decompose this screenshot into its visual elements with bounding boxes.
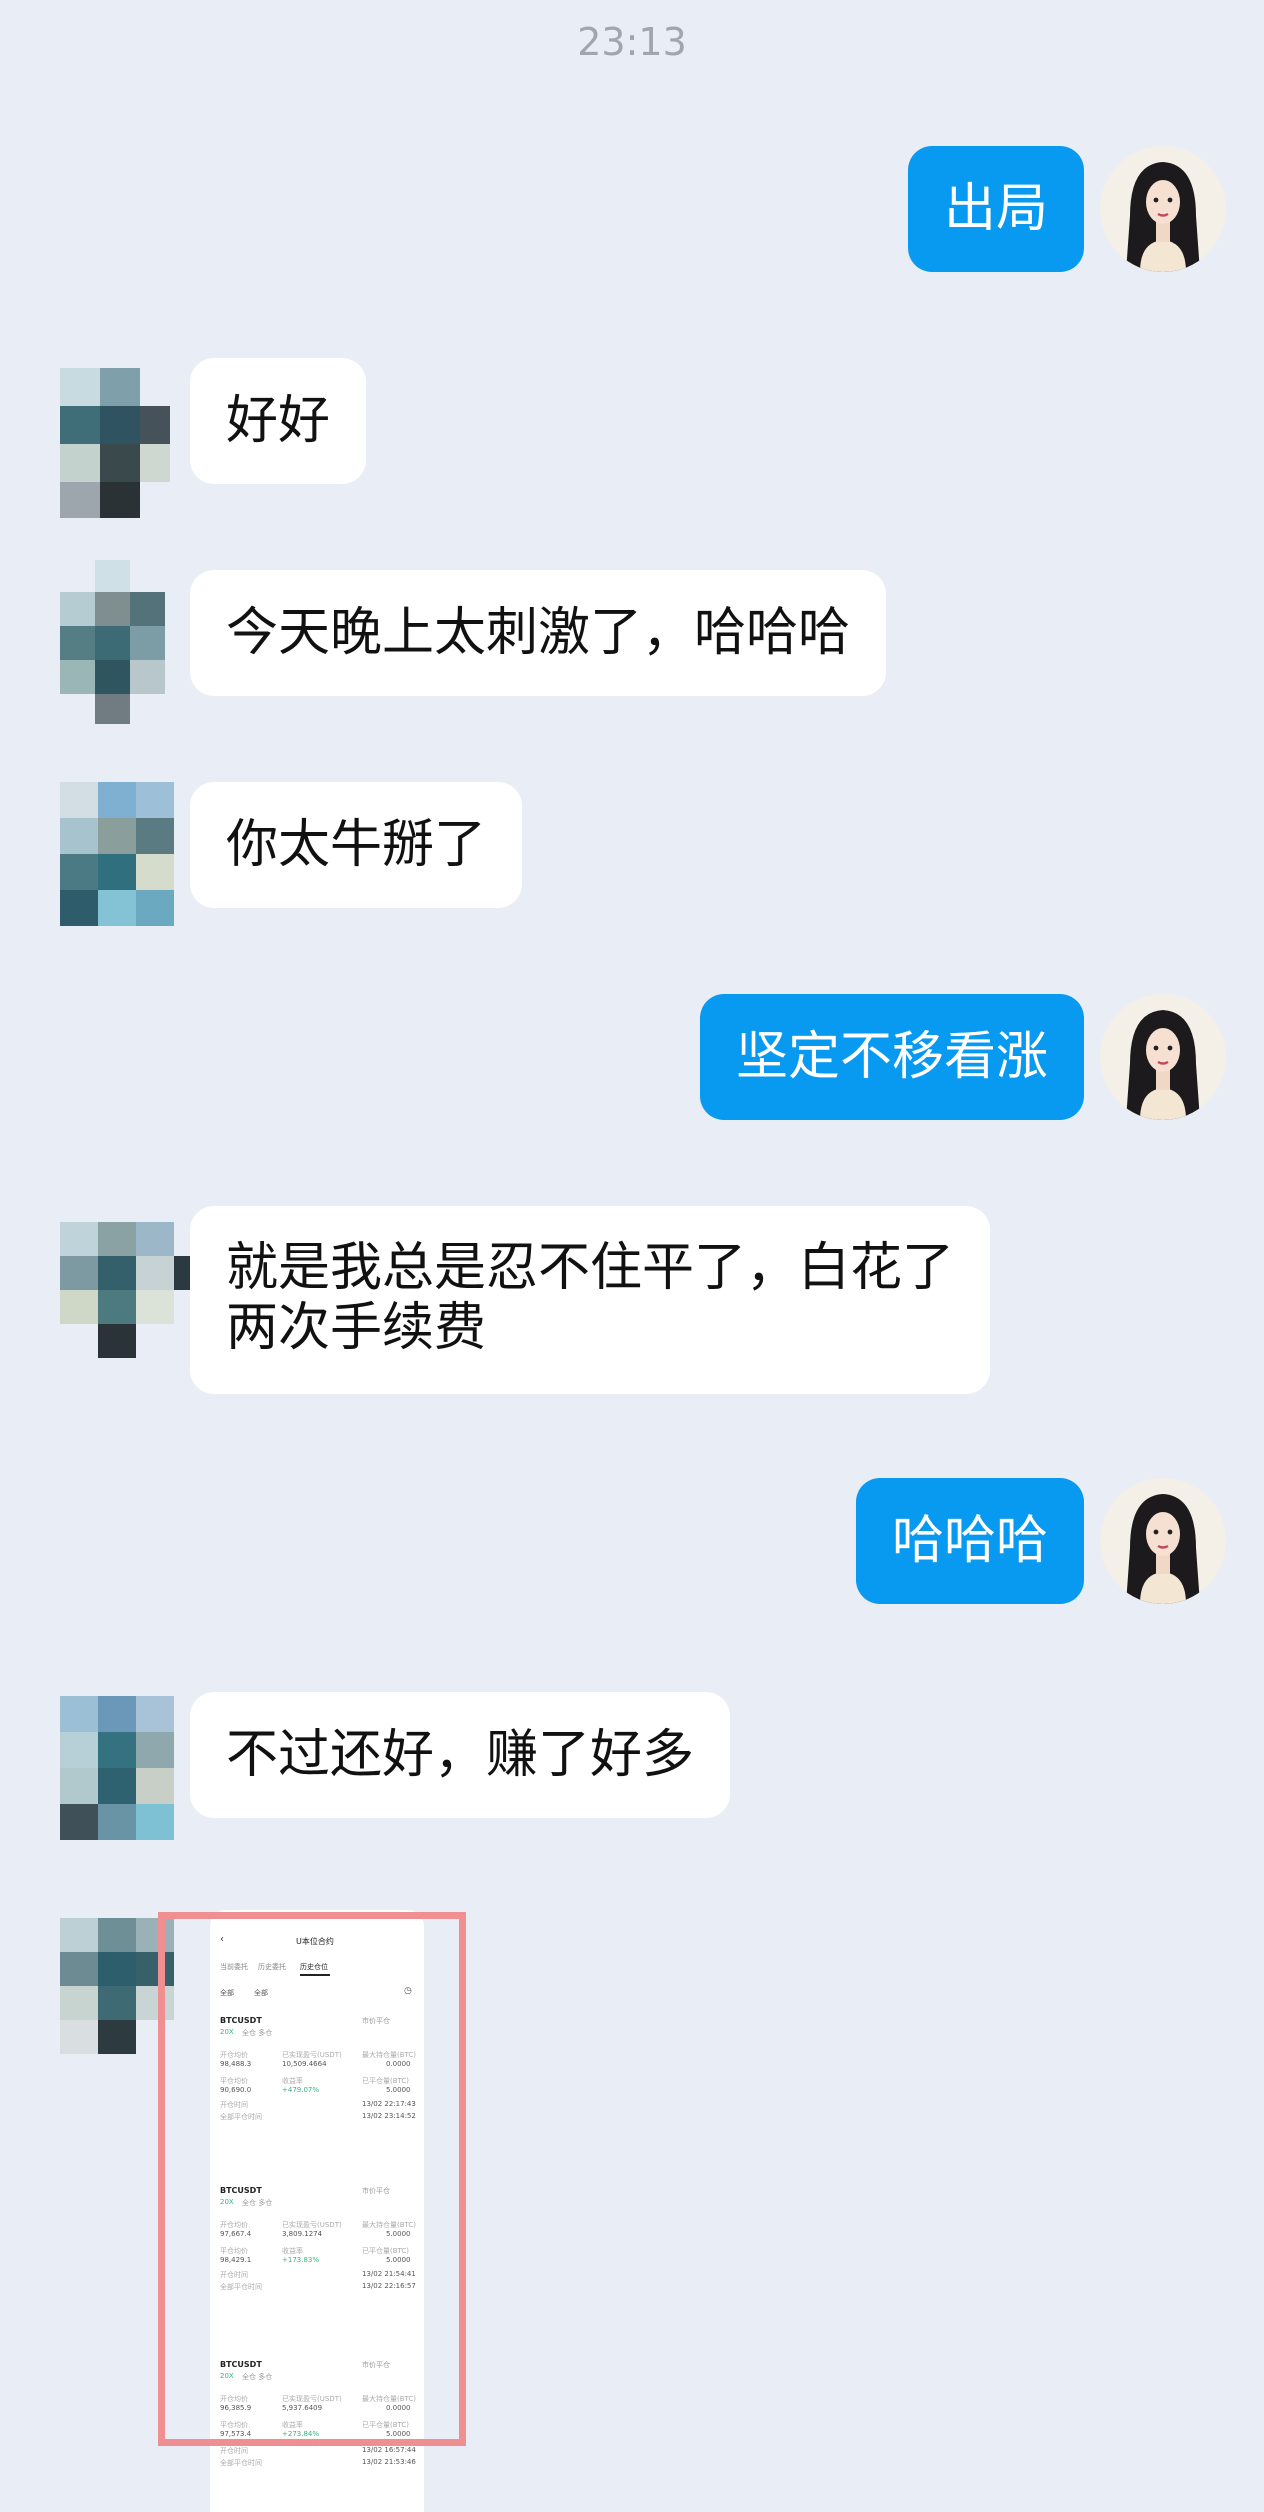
- woman-avatar-icon: [1100, 146, 1226, 272]
- message-bubble-sent[interactable]: 坚定不移看涨: [699, 994, 1084, 1120]
- label: 全部平仓时间: [220, 2459, 262, 2467]
- woman-avatar-icon: [1100, 994, 1226, 1120]
- value: 13/02 21:53:46: [362, 2458, 416, 2466]
- my-avatar[interactable]: [1100, 994, 1226, 1120]
- my-avatar[interactable]: [1100, 146, 1226, 272]
- message-bubble-received[interactable]: 今天晚上太刺激了，哈哈哈: [190, 570, 887, 696]
- timestamp: 23:13: [577, 20, 687, 64]
- woman-avatar-icon: [1100, 1478, 1226, 1604]
- contact-avatar[interactable]: [40, 1696, 190, 1846]
- message-line: 两次手续费: [226, 1298, 487, 1358]
- message-bubble-sent[interactable]: 出局: [907, 146, 1084, 272]
- highlight-frame: [158, 1912, 466, 2446]
- contact-avatar[interactable]: [40, 560, 190, 724]
- message-bubble-received[interactable]: 好好: [190, 358, 367, 484]
- message-bubble-received[interactable]: 你太牛掰了: [190, 782, 523, 908]
- contact-avatar[interactable]: [40, 782, 190, 932]
- contact-avatar[interactable]: [40, 1222, 192, 1372]
- message-line: 就是我总是忍不住平了，白花了: [226, 1238, 955, 1298]
- contact-avatar[interactable]: [40, 368, 190, 518]
- my-avatar[interactable]: [1100, 1478, 1226, 1604]
- message-bubble-sent[interactable]: 哈哈哈: [855, 1478, 1084, 1604]
- message-bubble-received[interactable]: 不过还好，赚了好多: [190, 1692, 731, 1818]
- label: 开仓时间: [220, 2447, 248, 2455]
- message-bubble-received[interactable]: 就是我总是忍不住平了，白花了 两次手续费: [190, 1206, 991, 1394]
- value: 13/02 16:57:44: [362, 2446, 416, 2454]
